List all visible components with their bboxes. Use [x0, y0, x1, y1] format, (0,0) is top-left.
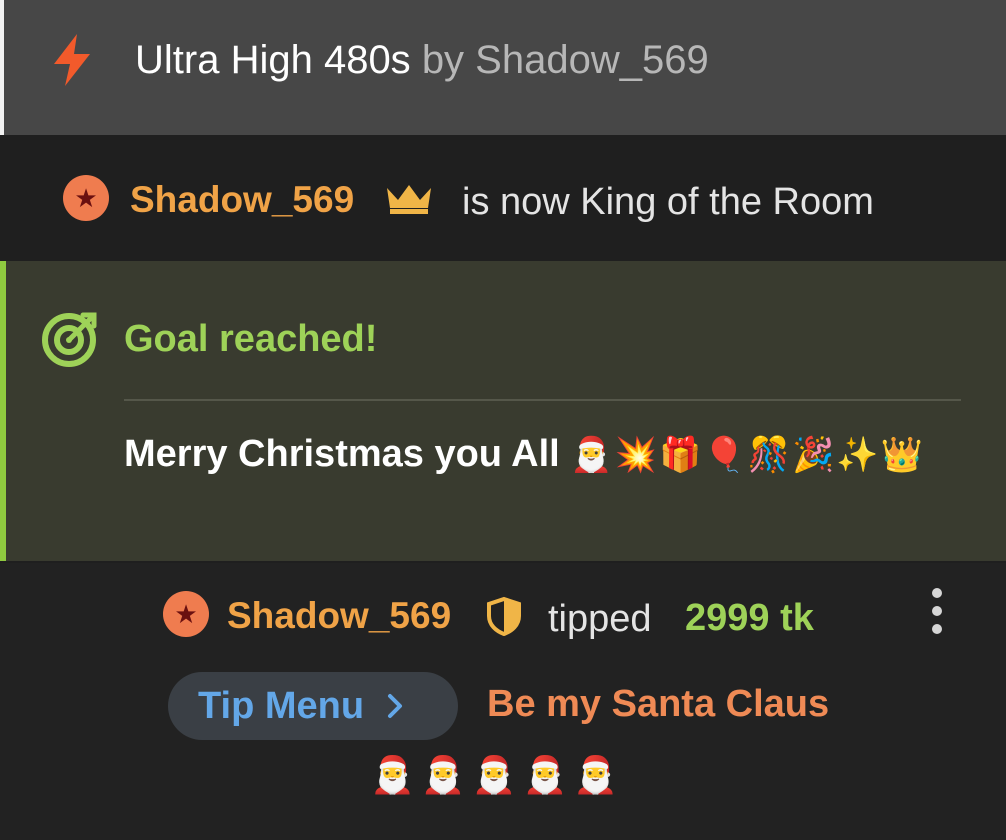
room-header: Ultra High 480s by Shadow_569	[0, 0, 1006, 135]
king-message: is now King of the Room	[462, 181, 874, 223]
goal-emojis: 🎅💥🎁🎈🎊🎉✨👑	[570, 435, 925, 475]
chevron-right-icon	[388, 694, 403, 718]
goal-message-text: Merry Christmas you All	[124, 433, 560, 475]
shield-icon	[487, 596, 521, 636]
tip-menu-button[interactable]: Tip Menu	[168, 672, 458, 740]
goal-title: Goal reached!	[124, 318, 378, 360]
king-username[interactable]: Shadow_569	[130, 178, 354, 222]
goal-divider	[124, 399, 961, 401]
crown-icon	[387, 185, 431, 214]
tip-amount: 2999 tk	[685, 597, 814, 639]
tip-action: tipped	[548, 598, 652, 640]
star-badge-icon: ★	[163, 591, 209, 637]
room-owner-text: by Shadow_569	[421, 38, 709, 82]
tip-menu-item: Be my Santa Claus	[487, 683, 830, 725]
tip-emojis: 🎅🎅🎅🎅🎅	[370, 755, 625, 796]
star-badge-icon: ★	[63, 175, 109, 221]
room-title: Ultra High 480s by Shadow_569	[135, 36, 709, 84]
goal-message: Merry Christmas you All 🎅💥🎁🎈🎊🎉✨👑	[124, 428, 954, 481]
tip-menu-label: Tip Menu	[198, 685, 365, 727]
kebab-menu-icon[interactable]	[925, 588, 949, 642]
goal-reached-card	[0, 261, 1006, 561]
lightning-bolt-icon	[54, 34, 90, 86]
room-title-text: Ultra High 480s	[135, 38, 411, 82]
target-icon	[42, 312, 97, 367]
tipper-username[interactable]: Shadow_569	[227, 594, 451, 638]
